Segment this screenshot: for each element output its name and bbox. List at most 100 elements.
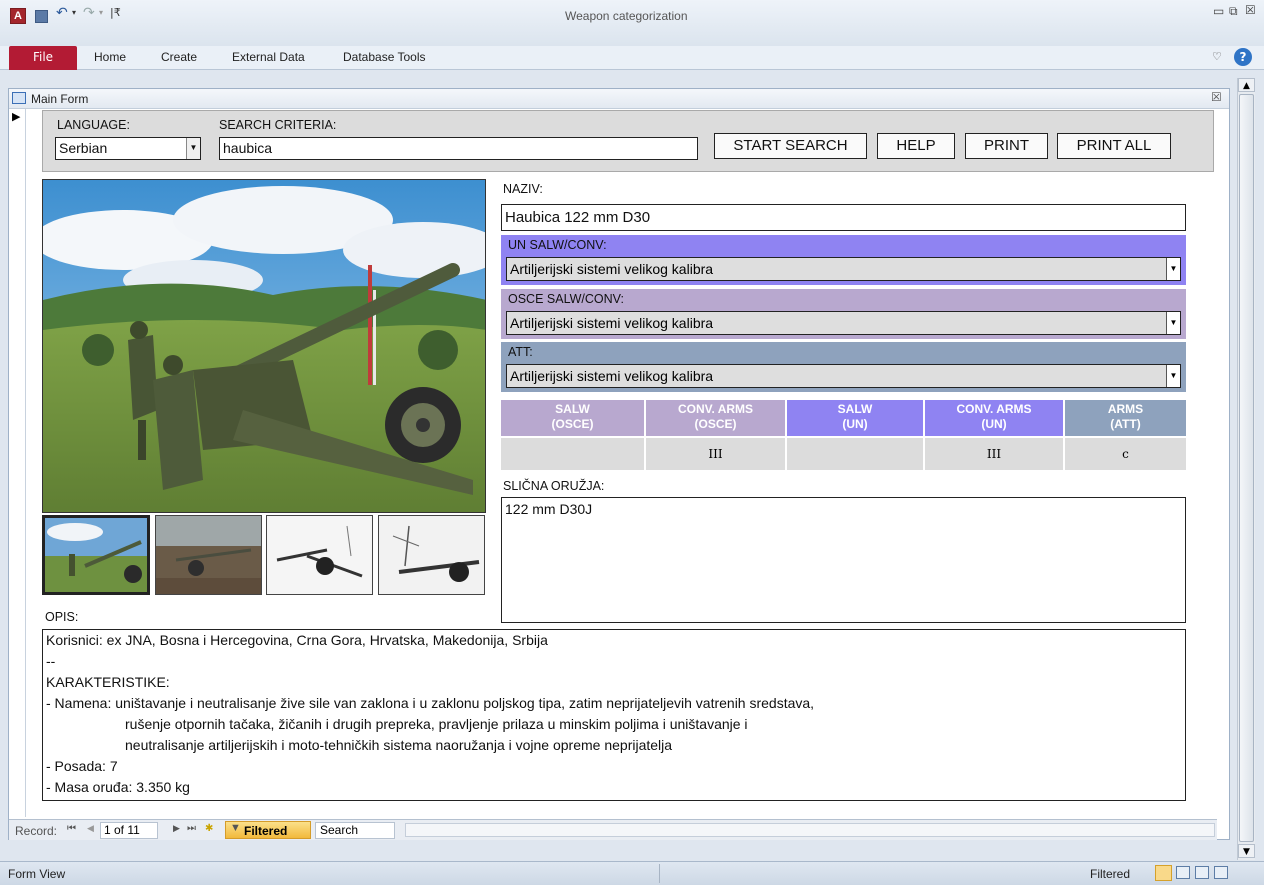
un-category-value: Artiljerijski sistemi velikog kalibra (510, 261, 714, 277)
osce-category-panel: OSCE SALW/CONV: Artiljerijski sistemi ve… (501, 289, 1186, 339)
thumbnail-3-image (267, 516, 372, 594)
record-label: Record: (15, 824, 58, 838)
navigation-search-input[interactable]: Search (315, 822, 395, 839)
previous-record-icon[interactable]: ◀ (87, 823, 94, 834)
help-icon[interactable]: ? (1234, 48, 1252, 66)
language-select[interactable]: Serbian ▼ (55, 137, 201, 160)
start-search-button[interactable]: START SEARCH (714, 133, 867, 159)
title-bar: A ↶ ▾ ↷ ▾ |₹ Weapon categorization ▭ ⧉ ☒ (0, 0, 1264, 46)
redo-icon[interactable]: ↷ (83, 5, 95, 21)
window-title: Weapon categorization (565, 9, 688, 23)
close-form-icon[interactable]: ☒ (1211, 90, 1222, 104)
next-record-icon[interactable]: ▶ (173, 823, 180, 834)
thumbnail-1[interactable] (42, 515, 150, 595)
chevron-down-icon[interactable]: ▼ (1166, 365, 1180, 387)
un-category-label: UN SALW/CONV: (508, 238, 607, 252)
language-label: LANGUAGE: (57, 118, 130, 132)
ribbon-expand-icon[interactable]: ♡ (1212, 50, 1222, 63)
scroll-thumb[interactable] (1239, 94, 1254, 842)
vertical-scrollbar[interactable]: ▲ ▼ (1237, 78, 1255, 860)
name-label: NAZIV: (503, 182, 543, 196)
filter-toggle[interactable]: ▼ Filtered (225, 821, 311, 839)
status-view-name: Form View (8, 867, 66, 881)
thumbnail-3[interactable] (266, 515, 373, 595)
print-button[interactable]: PRINT (965, 133, 1048, 159)
name-field[interactable]: Haubica 122 mm D30 (501, 204, 1186, 231)
tab-create[interactable]: Create (161, 50, 197, 64)
chevron-down-icon[interactable]: ▼ (1166, 312, 1180, 334)
similar-weapons-field[interactable]: 122 mm D30J (501, 497, 1186, 623)
att-category-select[interactable]: Artiljerijski sistemi velikog kalibra ▼ (506, 364, 1181, 388)
restore-icon[interactable]: ⧉ (1229, 4, 1238, 19)
un-category-select[interactable]: Artiljerijski sistemi velikog kalibra ▼ (506, 257, 1181, 281)
header-arms-att: ARMS (ATT) (1065, 400, 1186, 436)
chevron-down-icon[interactable]: ▼ (186, 138, 200, 159)
thumbnail-4-image (379, 516, 484, 594)
tab-database-tools[interactable]: Database Tools (343, 50, 426, 64)
description-field[interactable]: Korisnici: ex JNA, Bosna i Hercegovina, … (42, 629, 1186, 801)
att-category-panel: ATT: Artiljerijski sistemi velikog kalib… (501, 342, 1186, 392)
att-category-label: ATT: (508, 345, 533, 359)
horizontal-scrollbar[interactable] (405, 823, 1215, 837)
thumbnail-4[interactable] (378, 515, 485, 595)
scroll-down-icon[interactable]: ▼ (1238, 844, 1255, 858)
save-icon[interactable] (35, 10, 48, 23)
minimize-icon[interactable]: ▭ (1213, 4, 1224, 18)
close-window-icon[interactable]: ☒ (1245, 3, 1256, 17)
first-record-icon[interactable]: ⏮ (67, 823, 76, 834)
osce-category-label: OSCE SALW/CONV: (508, 292, 624, 306)
value-arms-att: c (1065, 438, 1186, 470)
customize-quick-access-icon[interactable]: |₹ (110, 6, 121, 19)
print-all-button[interactable]: PRINT ALL (1057, 133, 1171, 159)
header-conv-arms-un: CONV. ARMS (UN) (925, 400, 1063, 436)
value-salw-un (787, 438, 923, 470)
value-conv-arms-osce: III (646, 438, 785, 470)
form-title: Main Form (31, 92, 89, 106)
last-record-icon[interactable]: ⏭ (187, 823, 196, 834)
search-criteria-input[interactable]: haubica (219, 137, 698, 160)
status-bar: Form View Filtered (0, 861, 1264, 885)
scroll-up-icon[interactable]: ▲ (1238, 78, 1255, 92)
description-line: KARAKTERISTIKE: (46, 674, 170, 690)
layout-view-icon[interactable] (1195, 866, 1209, 879)
att-category-value: Artiljerijski sistemi velikog kalibra (510, 368, 714, 384)
description-line: rušenje otpornih tačaka, žičanih i drugi… (125, 716, 748, 732)
description-line: - Masa oruđa: 3.350 kg (46, 779, 190, 795)
thumbnail-2[interactable] (155, 515, 262, 595)
howitzer-image (43, 180, 485, 512)
filter-icon: ▼ (230, 822, 241, 834)
similar-weapons-label: SLIČNA ORUŽJA: (503, 479, 605, 493)
undo-dropdown-icon[interactable]: ▾ (72, 8, 76, 17)
undo-icon[interactable]: ↶ (56, 5, 68, 21)
datasheet-view-icon[interactable] (1176, 866, 1190, 879)
language-value: Serbian (59, 140, 108, 156)
record-selector[interactable]: ▶ (9, 109, 26, 817)
description-line: - Namena: uništavanje i neutralisanje ži… (46, 695, 815, 711)
tab-file[interactable]: File (9, 46, 77, 70)
header-salw-osce: SALW (OSCE) (501, 400, 644, 436)
description-line: - Posada: 7 (46, 758, 118, 774)
help-button[interactable]: HELP (877, 133, 955, 159)
weapon-photo (42, 179, 486, 513)
new-record-icon[interactable]: ✱ (205, 823, 213, 834)
tab-external-data[interactable]: External Data (232, 50, 305, 64)
form-view-icon[interactable] (1155, 865, 1172, 881)
description-line: Korisnici: ex JNA, Bosna i Hercegovina, … (46, 632, 548, 648)
status-divider (659, 864, 660, 883)
form-icon (12, 92, 26, 104)
thumbnail-1-image (45, 518, 147, 592)
value-conv-arms-un: III (925, 438, 1063, 470)
chevron-down-icon[interactable]: ▼ (1166, 258, 1180, 280)
search-criteria-label: SEARCH CRITERIA: (219, 118, 337, 132)
redo-dropdown-icon[interactable]: ▾ (99, 8, 103, 17)
similar-weapons-value: 122 mm D30J (505, 501, 593, 517)
design-view-icon[interactable] (1214, 866, 1228, 879)
form-tab-header: Main Form ☒ (9, 89, 1229, 109)
osce-category-value: Artiljerijski sistemi velikog kalibra (510, 315, 714, 331)
description-label: OPIS: (45, 610, 79, 624)
search-panel: LANGUAGE: Serbian ▼ SEARCH CRITERIA: hau… (42, 110, 1214, 172)
tab-home[interactable]: Home (94, 50, 126, 64)
current-record-field[interactable]: 1 of 11 (100, 822, 158, 839)
osce-category-select[interactable]: Artiljerijski sistemi velikog kalibra ▼ (506, 311, 1181, 335)
filter-label: Filtered (244, 824, 288, 838)
